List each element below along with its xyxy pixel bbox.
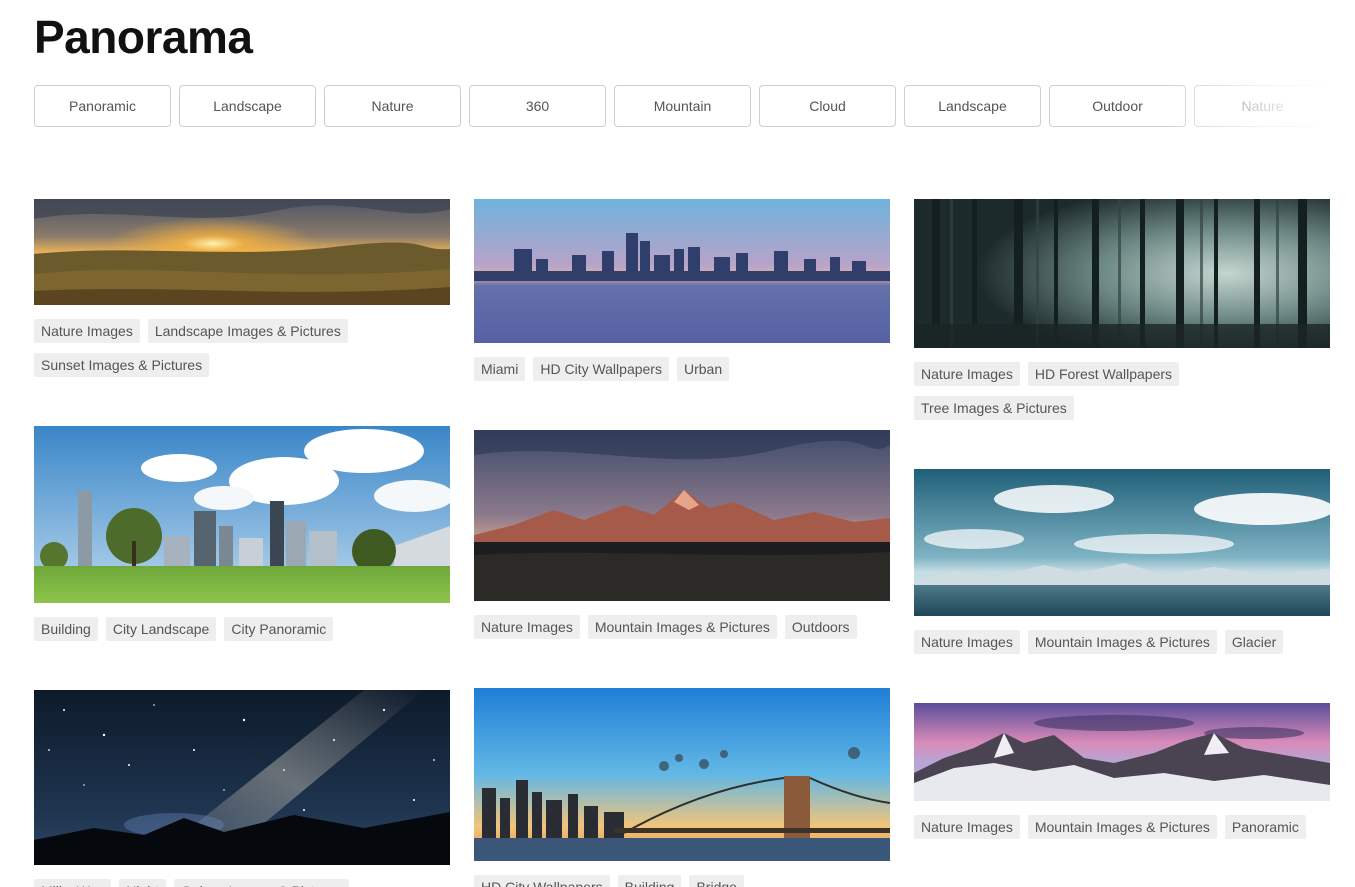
filter-chip-nature[interactable]: Nature (324, 85, 461, 127)
tag-list: Nature Images HD Forest Wallpapers Tree … (914, 362, 1330, 420)
tag[interactable]: HD Forest Wallpapers (1027, 362, 1180, 386)
tag[interactable]: Galaxy Images & Pictures (173, 879, 350, 887)
photo-austin-skyline-park[interactable] (34, 426, 450, 603)
photo-teton-mountains-dusk[interactable] (474, 430, 890, 601)
filter-chip-landscape-2[interactable]: Landscape (904, 85, 1041, 127)
tag[interactable]: City Landscape (105, 617, 217, 641)
photo-glacier-lake[interactable] (914, 469, 1330, 616)
tag-list: Nature Images Mountain Images & Pictures… (914, 815, 1330, 839)
tag[interactable]: Nature Images (474, 615, 580, 639)
filter-chip-landscape[interactable]: Landscape (179, 85, 316, 127)
tag-list: Building City Landscape City Panoramic (34, 617, 450, 641)
filter-chip-bar: Panoramic Landscape Nature 360 Mountain Cloud… (34, 85, 1330, 127)
filter-chip-mountain[interactable]: Mountain (614, 85, 751, 127)
filter-chip-360[interactable]: 360 (469, 85, 606, 127)
filter-chip-nature-2[interactable]: Nature (1194, 85, 1330, 127)
tag[interactable]: Tree Images & Pictures (914, 396, 1074, 420)
tag[interactable]: Miami (474, 357, 526, 381)
tag[interactable]: HD City Wallpapers (533, 357, 669, 381)
tag-list: Miami HD City Wallpapers Urban (474, 357, 890, 381)
tag[interactable]: Panoramic (1224, 815, 1306, 839)
tag[interactable]: Night (119, 879, 166, 887)
photo-sunset-meadow[interactable] (34, 199, 450, 305)
photo-snowy-peaks-sunset[interactable] (914, 703, 1330, 801)
tag[interactable]: Nature Images (914, 362, 1020, 386)
photo-milky-way-night[interactable] (34, 690, 450, 865)
tag-list: Nature Images Mountain Images & Pictures… (474, 615, 890, 639)
tag-list: Nature Images Mountain Images & Pictures… (914, 630, 1330, 654)
tag[interactable]: Bridge (689, 875, 744, 887)
tag-list: Milky Way Night Galaxy Images & Pictures (34, 879, 450, 887)
tag[interactable]: Nature Images (34, 319, 140, 343)
tag-list: HD City Wallpapers Building Bridge (474, 875, 890, 887)
tag[interactable]: Sunset Images & Pictures (34, 353, 210, 377)
tag[interactable]: HD City Wallpapers (474, 875, 610, 887)
tag[interactable]: Outdoors (784, 615, 857, 639)
tag[interactable]: Milky Way (34, 879, 112, 887)
photo-miami-skyline[interactable] (474, 199, 890, 343)
tag[interactable]: Building (617, 875, 682, 887)
tag[interactable]: Landscape Images & Pictures (147, 319, 348, 343)
tag[interactable]: Mountain Images & Pictures (1027, 815, 1217, 839)
tag[interactable]: Mountain Images & Pictures (587, 615, 777, 639)
tag[interactable]: Mountain Images & Pictures (1027, 630, 1217, 654)
tag[interactable]: Glacier (1224, 630, 1284, 654)
filter-chip-cloud[interactable]: Cloud (759, 85, 896, 127)
tag[interactable]: Nature Images (914, 815, 1020, 839)
page-title: Panorama (34, 11, 253, 63)
tag[interactable]: Nature Images (914, 630, 1020, 654)
filter-chip-panoramic[interactable]: Panoramic (34, 85, 171, 127)
tag-list: Nature Images Landscape Images & Picture… (34, 319, 450, 377)
photo-misty-forest[interactable] (914, 199, 1330, 348)
filter-chip-outdoor[interactable]: Outdoor (1049, 85, 1186, 127)
photo-brooklyn-bridge[interactable] (474, 688, 890, 861)
tag[interactable]: Urban (676, 357, 730, 381)
tag[interactable]: City Panoramic (224, 617, 334, 641)
tag[interactable]: Building (34, 617, 98, 641)
